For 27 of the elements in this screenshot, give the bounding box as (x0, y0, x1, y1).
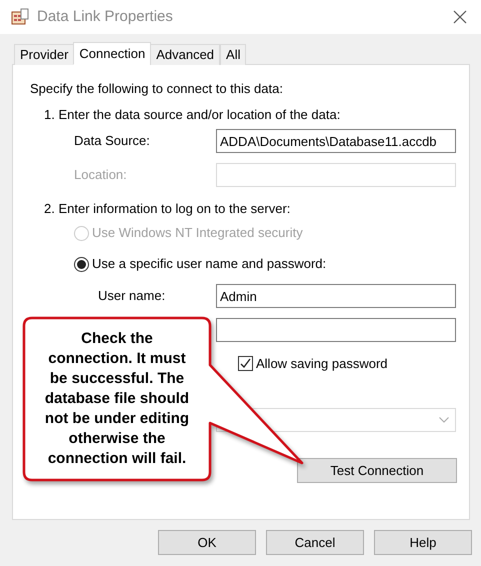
section-heading: 1. Enter the data source and/or location of the data: (44, 107, 340, 122)
app-icon (11, 8, 29, 26)
test-connection-button[interactable]: Test Connection (297, 458, 457, 483)
tab[interactable]: Connection (73, 42, 152, 65)
radio-button[interactable] (74, 256, 89, 272)
input-field[interactable]: Admin (216, 284, 456, 308)
field-label: Data Source: (74, 133, 150, 148)
radio-label: Use a specific user name and password: (92, 255, 326, 274)
tab[interactable]: Advanced (150, 44, 220, 65)
tab[interactable]: Provider (14, 44, 74, 65)
checkbox[interactable] (238, 356, 253, 371)
dialog-button[interactable]: Help (374, 530, 472, 555)
chevron-down-icon (439, 417, 449, 423)
tab[interactable]: All (220, 44, 246, 65)
field-label: Location: (74, 167, 127, 182)
input-field[interactable]: ADDA\Documents\Database11.accdb (216, 129, 456, 153)
window-title: Data Link Properties (37, 6, 173, 27)
intro-text: Specify the following to connect to this data: (30, 80, 284, 97)
input-field[interactable] (216, 318, 456, 342)
radio-label: Use Windows NT Integrated security (92, 224, 303, 242)
section-heading: 2. Enter information to log on to the server: (44, 201, 290, 216)
callout-text: Check the connection. It must be successful. The database file should not be under editing otherwise the connection will fail. (44, 329, 190, 469)
checkbox-label: Allow saving password (256, 354, 388, 373)
field-label: User name: (98, 288, 166, 304)
dialog-button[interactable]: OK (158, 530, 256, 555)
close-icon[interactable] (453, 10, 467, 24)
dialog-button[interactable]: Cancel (266, 530, 364, 555)
